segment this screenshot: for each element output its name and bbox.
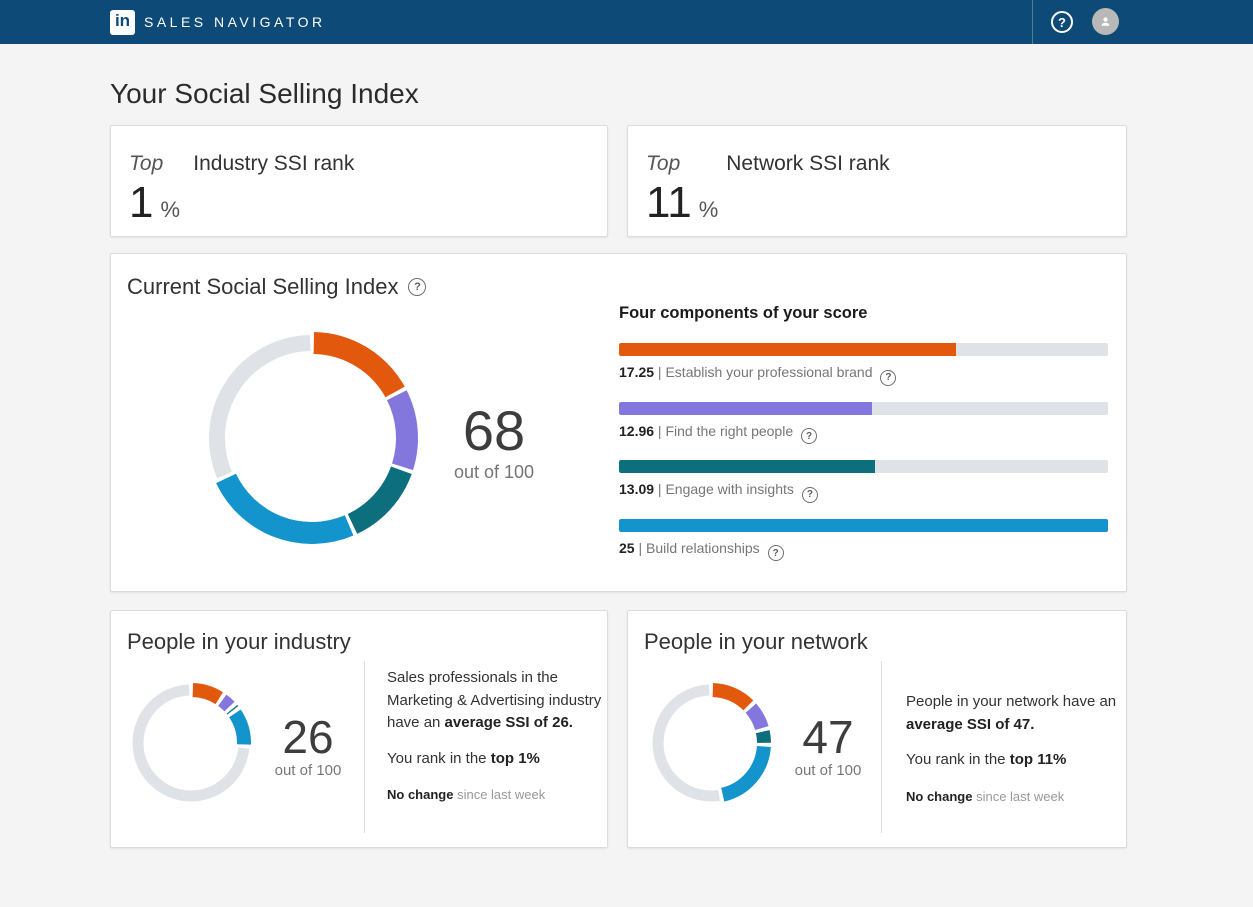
component-bar-fill [619, 519, 1108, 532]
help-icon[interactable]: ? [1051, 11, 1073, 33]
network-rank-text: You rank in the top 11% [906, 749, 1128, 772]
donut-segment-build-relationships [235, 713, 244, 744]
sales-navigator-logo[interactable]: in SALES NAVIGATOR [110, 0, 326, 44]
rank-label: Industry SSI rank [193, 152, 354, 176]
rank-prefix: Top [129, 152, 163, 176]
components-list: 17.25 | Establish your professional bran… [619, 343, 1108, 561]
donut-segment-establish-professional-brand [713, 690, 749, 705]
help-icon[interactable]: ? [801, 428, 817, 444]
current-ssi-card: Current Social Selling Index ? 68 out of… [110, 253, 1127, 592]
component-bar-fill [619, 460, 875, 473]
component-separator: | [654, 364, 665, 380]
top-navigation-bar: in SALES NAVIGATOR ? [0, 0, 1253, 44]
component-label: Build relationships [646, 540, 760, 556]
donut-track [658, 690, 719, 796]
component-bar-track [619, 460, 1108, 473]
rank-unit: % [699, 197, 719, 223]
person-icon [1098, 14, 1113, 29]
network-change-text: No change since last week [906, 786, 1128, 809]
component-label: Establish your professional brand [665, 364, 872, 380]
ssi-score: 68 [429, 402, 559, 460]
rank-unit: % [160, 197, 180, 223]
rank-value: 11 [646, 180, 692, 226]
component-bar-track [619, 402, 1108, 415]
industry-title: People in your industry [127, 629, 351, 655]
component-bar-fill [619, 343, 956, 356]
topbar-divider [1032, 0, 1033, 44]
donut-segment-establish-professional-brand [193, 690, 219, 698]
industry-rank-text: You rank in the top 1% [387, 748, 605, 771]
divider [364, 661, 365, 833]
current-ssi-title: Current Social Selling Index [127, 274, 398, 300]
component-separator: | [654, 423, 665, 439]
donut-segment-engage-with-insights [352, 470, 401, 524]
industry-score-denominator: out of 100 [253, 762, 363, 779]
ssi-score-denominator: out of 100 [429, 462, 559, 483]
network-donut-chart [646, 678, 776, 808]
network-score: 47 [773, 713, 883, 761]
score-components: Four components of your score 17.25 | Es… [619, 304, 1108, 577]
component-separator: | [635, 540, 646, 556]
linkedin-in-icon: in [110, 10, 135, 35]
score-component: 25 | Build relationships? [619, 519, 1108, 562]
brand-name: SALES NAVIGATOR [144, 14, 326, 30]
score-component: 12.96 | Find the right people? [619, 402, 1108, 445]
donut-segment-find-right-people [751, 708, 762, 728]
components-title: Four components of your score [619, 304, 1108, 323]
help-icon[interactable]: ? [802, 487, 818, 503]
ssi-donut-chart [197, 323, 427, 553]
donut-segment-build-relationships [723, 747, 764, 795]
help-icon[interactable]: ? [408, 278, 426, 296]
network-rank-card: Top Network SSI rank 11 % [627, 125, 1127, 237]
avatar[interactable] [1092, 8, 1119, 35]
industry-card: People in your industry 26 out of 100 Sa… [110, 610, 608, 848]
rank-value: 1 [129, 180, 153, 226]
industry-score: 26 [253, 713, 363, 761]
divider [881, 661, 882, 833]
industry-change-text: No change since last week [387, 784, 605, 807]
component-value: 25 [619, 540, 635, 556]
component-label: Engage with insights [665, 481, 793, 497]
component-bar-track [619, 519, 1108, 532]
donut-segment-find-right-people [397, 395, 407, 467]
component-value: 12.96 [619, 423, 654, 439]
score-component: 13.09 | Engage with insights? [619, 460, 1108, 503]
network-title: People in your network [644, 629, 868, 655]
component-bar-fill [619, 402, 872, 415]
rank-prefix: Top [646, 152, 680, 176]
network-card: People in your network 47 out of 100 Peo… [627, 610, 1127, 848]
industry-donut-chart [126, 678, 256, 808]
donut-segment-engage-with-insights [232, 709, 233, 710]
donut-segment-find-right-people [222, 700, 229, 706]
ssi-page: in SALES NAVIGATOR ? Your Social Selling… [0, 0, 1253, 907]
component-value: 13.09 [619, 481, 654, 497]
component-separator: | [654, 481, 665, 497]
industry-rank-card: Top Industry SSI rank 1 % [110, 125, 608, 237]
donut-segment-build-relationships [226, 478, 349, 533]
network-score-denominator: out of 100 [773, 762, 883, 779]
page-title: Your Social Selling Index [110, 78, 419, 110]
help-icon[interactable]: ? [880, 370, 896, 386]
industry-description: Sales professionals in the Marketing & A… [387, 667, 605, 735]
donut-segment-engage-with-insights [763, 732, 764, 743]
network-description: People in your network have an average S… [906, 691, 1128, 736]
component-value: 17.25 [619, 364, 654, 380]
rank-label: Network SSI rank [726, 152, 889, 176]
component-label: Find the right people [665, 423, 793, 439]
component-bar-track [619, 343, 1108, 356]
donut-track [217, 343, 310, 475]
donut-segment-establish-professional-brand [314, 343, 395, 392]
help-icon[interactable]: ? [768, 545, 784, 561]
score-component: 17.25 | Establish your professional bran… [619, 343, 1108, 386]
